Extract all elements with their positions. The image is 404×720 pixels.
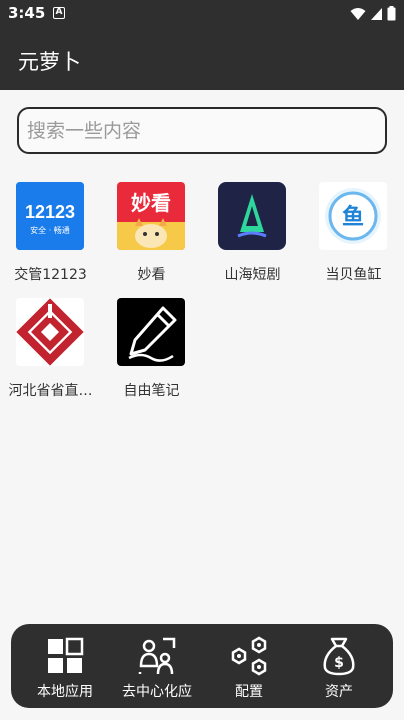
nav-item-config[interactable]: 配置 [203, 624, 295, 708]
app-item-miaokan[interactable]: 妙看 妙看 [101, 180, 202, 292]
grid-apps-icon [48, 637, 84, 673]
nav-label: 去中心化应 [122, 684, 192, 700]
bottom-nav: 本地应用 去中心化应 配置 $ 资产 [11, 624, 393, 708]
app-item-shanhai[interactable]: 山海短剧 [202, 180, 303, 292]
svg-text:鱼: 鱼 [342, 204, 364, 230]
jiaoguan-icon-subtext: 安全 · 畅通 [30, 225, 70, 235]
app-label: 交管12123 [14, 267, 87, 283]
app-label: 当贝鱼缸 [325, 267, 382, 283]
free-notes-icon [117, 298, 185, 366]
search-box[interactable] [17, 107, 387, 154]
hebei-gov-icon [16, 298, 84, 366]
users-scan-icon [138, 637, 176, 675]
app-bar: 元萝卜 [0, 28, 404, 90]
signal-icon [371, 7, 382, 20]
app-label: 妙看 [137, 267, 166, 283]
battery-icon [387, 6, 396, 21]
wifi-icon [350, 7, 366, 20]
app-item-dangbei[interactable]: 鱼 当贝鱼缸 [303, 180, 404, 292]
app-label: 自由笔记 [123, 383, 180, 399]
app-item-jiaoguan[interactable]: 12123 安全 · 畅通 交管12123 [0, 180, 101, 292]
jiaoguan-icon-text: 12123 [25, 202, 75, 222]
status-bar: 3:45 A [0, 0, 404, 28]
app-label: 河北省省直… [8, 383, 93, 399]
search-input[interactable] [27, 109, 377, 152]
nav-label: 资产 [325, 684, 353, 700]
app-item-hebei[interactable]: 河北省省直… [0, 296, 101, 408]
notification-icon: A [53, 7, 65, 19]
app-title: 元萝卜 [18, 50, 81, 74]
svg-text:$: $ [334, 655, 344, 671]
app-item-freenotes[interactable]: 自由笔记 [101, 296, 202, 408]
nav-item-assets[interactable]: $ 资产 [293, 624, 385, 708]
miaokan-icon: 妙看 [117, 182, 185, 250]
status-time: 3:45 [8, 4, 46, 22]
money-bag-icon: $ [323, 637, 355, 676]
nav-label: 配置 [235, 684, 263, 700]
nav-item-decentralized[interactable]: 去中心化应 [111, 624, 203, 708]
hexagon-nodes-icon [231, 636, 267, 676]
app-label: 山海短剧 [224, 267, 281, 283]
dangbei-fishtank-icon: 鱼 [319, 182, 387, 250]
nav-label: 本地应用 [37, 684, 93, 700]
jiaoguan-12123-icon: 12123 安全 · 畅通 [16, 182, 84, 250]
shanhai-drama-icon [218, 182, 286, 250]
miaokan-icon-text: 妙看 [131, 191, 171, 215]
status-icons [350, 6, 396, 21]
nav-item-local-apps[interactable]: 本地应用 [19, 624, 111, 708]
